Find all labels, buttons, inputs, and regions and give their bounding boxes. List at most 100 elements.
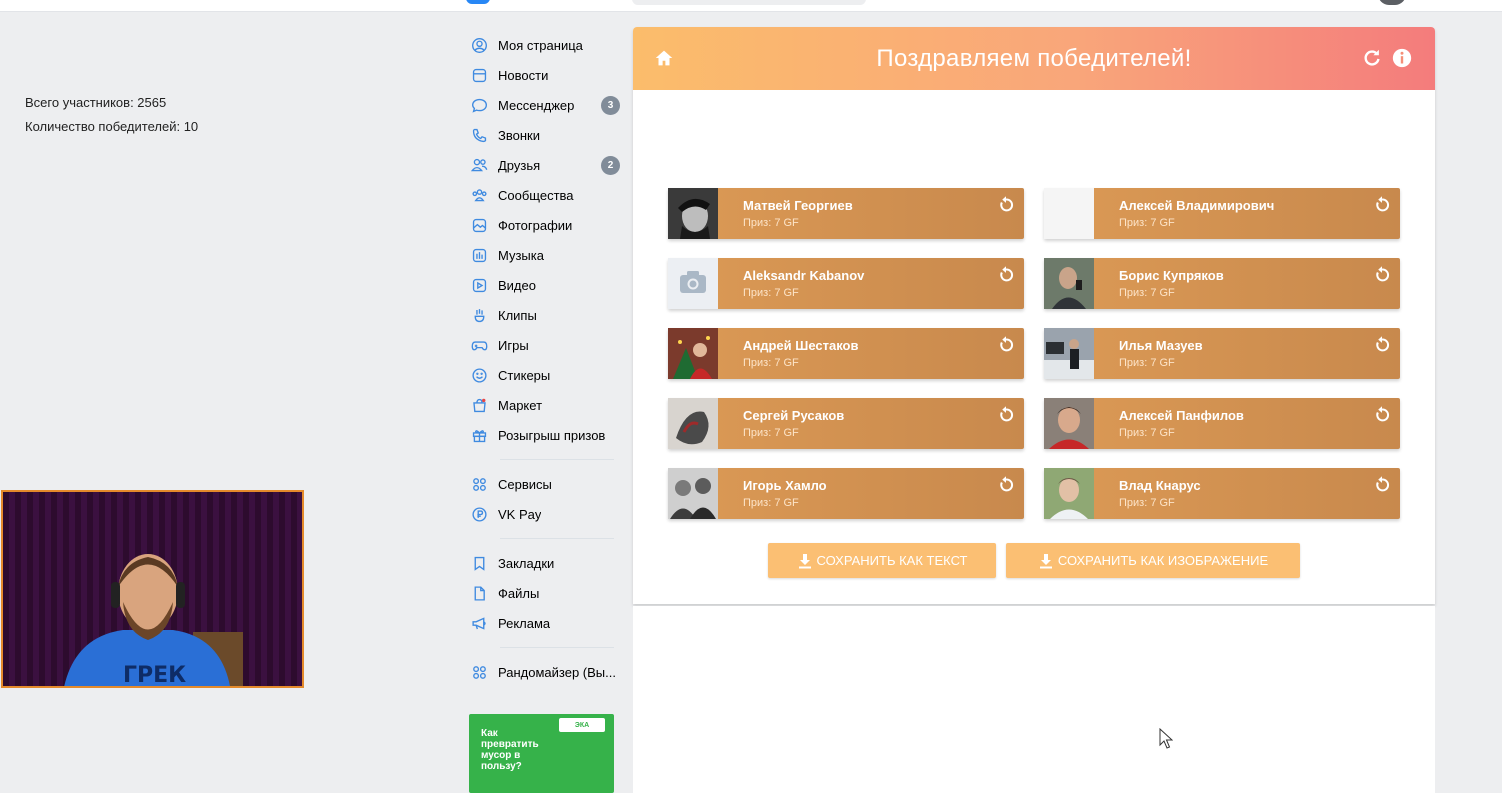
- winner-card[interactable]: Игорь Хамло Приз: 7 GF: [668, 468, 1024, 519]
- user-avatar[interactable]: [1378, 0, 1406, 5]
- winner-avatar: [1044, 468, 1094, 519]
- search-input[interactable]: [632, 0, 866, 5]
- winner-card[interactable]: Алексей Панфилов Приз: 7 GF: [1044, 398, 1400, 449]
- winner-prize: Приз: 7 GF: [1119, 287, 1175, 299]
- nav-item-calls[interactable]: Звонки: [466, 120, 624, 150]
- nav-item-label: Сообщества: [498, 187, 574, 203]
- nav-item-market[interactable]: Маркет: [466, 390, 624, 420]
- reroll-icon[interactable]: [996, 195, 1016, 215]
- nav-item-label: Моя страница: [498, 37, 583, 53]
- winner-name: Влад Кнарус: [1119, 478, 1201, 493]
- photos-icon: [470, 216, 488, 234]
- nav-item-files[interactable]: Файлы: [466, 578, 624, 608]
- nav-item-label: Маркет: [498, 397, 543, 413]
- nav-item-giveaway[interactable]: Розыгрыш призов: [466, 420, 624, 450]
- winner-prize: Приз: 7 GF: [743, 217, 799, 229]
- winners-count: Количество победителей: 10: [25, 119, 199, 134]
- winner-card[interactable]: Сергей Русаков Приз: 7 GF: [668, 398, 1024, 449]
- nav-item-clips[interactable]: Клипы: [466, 300, 624, 330]
- winner-card[interactable]: Андрей Шестаков Приз: 7 GF: [668, 328, 1024, 379]
- mouse-cursor-icon: [1159, 728, 1173, 749]
- winner-name: Алексей Владимирович: [1119, 198, 1275, 213]
- vk-logo[interactable]: [466, 0, 490, 4]
- clips-icon: [470, 306, 488, 324]
- nav-item-services[interactable]: Сервисы: [466, 469, 624, 499]
- refresh-icon[interactable]: [1361, 47, 1383, 69]
- reroll-icon[interactable]: [996, 265, 1016, 285]
- nav-item-label: Музыка: [498, 247, 544, 263]
- winner-name: Алексей Панфилов: [1119, 408, 1244, 423]
- nav-item-randomizer-app[interactable]: Рандомайзер (Вы...: [466, 657, 624, 687]
- winner-avatar: [1044, 328, 1094, 379]
- winner-prize: Приз: 7 GF: [743, 287, 799, 299]
- winner-card[interactable]: Влад Кнарус Приз: 7 GF: [1044, 468, 1400, 519]
- panel-lower-area: [633, 606, 1435, 793]
- reroll-icon[interactable]: [1372, 195, 1392, 215]
- nav-item-label: Закладки: [498, 555, 555, 571]
- winner-card[interactable]: Матвей Георгиев Приз: 7 GF: [668, 188, 1024, 239]
- winner-card[interactable]: Алексей Владимирович Приз: 7 GF: [1044, 188, 1400, 239]
- home-icon[interactable]: [653, 47, 675, 69]
- nav-item-label: Сервисы: [498, 476, 552, 492]
- apps-icon: [470, 663, 488, 681]
- reroll-icon[interactable]: [1372, 335, 1392, 355]
- save-as-text-label: СОХРАНИТЬ КАК ТЕКСТ: [816, 553, 968, 568]
- winner-name: Сергей Русаков: [743, 408, 845, 423]
- nav-item-photos[interactable]: Фотографии: [466, 210, 624, 240]
- ad-logo: ЭКА: [559, 718, 605, 732]
- reroll-icon[interactable]: [996, 405, 1016, 425]
- nav-item-label: Игры: [498, 337, 529, 353]
- nav-item-my-page[interactable]: Моя страница: [466, 30, 624, 60]
- winner-card[interactable]: Борис Купряков Приз: 7 GF: [1044, 258, 1400, 309]
- total-participants: Всего участников: 2565: [25, 95, 167, 110]
- winner-prize: Приз: 7 GF: [1119, 427, 1175, 439]
- winner-avatar: [668, 468, 718, 519]
- bookmark-icon: [470, 554, 488, 572]
- reroll-icon[interactable]: [996, 475, 1016, 495]
- winner-prize: Приз: 7 GF: [1119, 497, 1175, 509]
- video-icon: [470, 276, 488, 294]
- save-as-text-button[interactable]: СОХРАНИТЬ КАК ТЕКСТ: [768, 543, 996, 578]
- nav-item-music[interactable]: Музыка: [466, 240, 624, 270]
- nav-item-label: Клипы: [498, 307, 537, 323]
- nav-item-video[interactable]: Видео: [466, 270, 624, 300]
- nav-item-news[interactable]: Новости: [466, 60, 624, 90]
- reroll-icon[interactable]: [996, 335, 1016, 355]
- vkpay-icon: [470, 505, 488, 523]
- info-icon[interactable]: [1391, 47, 1413, 69]
- winner-avatar: [1044, 258, 1094, 309]
- nav-item-messenger[interactable]: Мессенджер 3: [466, 90, 624, 120]
- left-nav: Моя страница Новости Мессенджер 3 Звонки…: [466, 30, 624, 687]
- gamepad-icon: [470, 336, 488, 354]
- services-icon: [470, 475, 488, 493]
- winner-card[interactable]: Aleksandr Kabanov Приз: 7 GF: [668, 258, 1024, 309]
- winner-name: Игорь Хамло: [743, 478, 827, 493]
- winner-name: Матвей Георгиев: [743, 198, 853, 213]
- winner-name: Борис Купряков: [1119, 268, 1224, 283]
- winner-avatar: [668, 328, 718, 379]
- reroll-icon[interactable]: [1372, 405, 1392, 425]
- gift-icon: [470, 426, 488, 444]
- nav-item-label: Видео: [498, 277, 536, 293]
- nav-item-stickers[interactable]: Стикеры: [466, 360, 624, 390]
- news-icon: [470, 66, 488, 84]
- nav-item-vkpay[interactable]: VK Pay: [466, 499, 624, 529]
- winner-avatar: [668, 258, 718, 309]
- svg-text:ГРЕК: ГРЕК: [123, 663, 186, 688]
- ad-text: Как превратить мусор в пользу?: [481, 728, 539, 772]
- reroll-icon[interactable]: [1372, 475, 1392, 495]
- download-icon: [798, 553, 811, 568]
- nav-item-bookmarks[interactable]: Закладки: [466, 548, 624, 578]
- winner-prize: Приз: 7 GF: [1119, 217, 1175, 229]
- ad-banner[interactable]: ЭКА Как превратить мусор в пользу?: [469, 714, 614, 793]
- nav-item-communities[interactable]: Сообщества: [466, 180, 624, 210]
- reroll-icon[interactable]: [1372, 265, 1392, 285]
- save-as-image-button[interactable]: СОХРАНИТЬ КАК ИЗОБРАЖЕНИЕ: [1006, 543, 1300, 578]
- winner-card[interactable]: Илья Мазуев Приз: 7 GF: [1044, 328, 1400, 379]
- file-icon: [470, 584, 488, 602]
- nav-item-ads[interactable]: Реклама: [466, 608, 624, 638]
- chat-icon: [470, 96, 488, 114]
- nav-item-friends[interactable]: Друзья 2: [466, 150, 624, 180]
- nav-item-games[interactable]: Игры: [466, 330, 624, 360]
- phone-icon: [470, 126, 488, 144]
